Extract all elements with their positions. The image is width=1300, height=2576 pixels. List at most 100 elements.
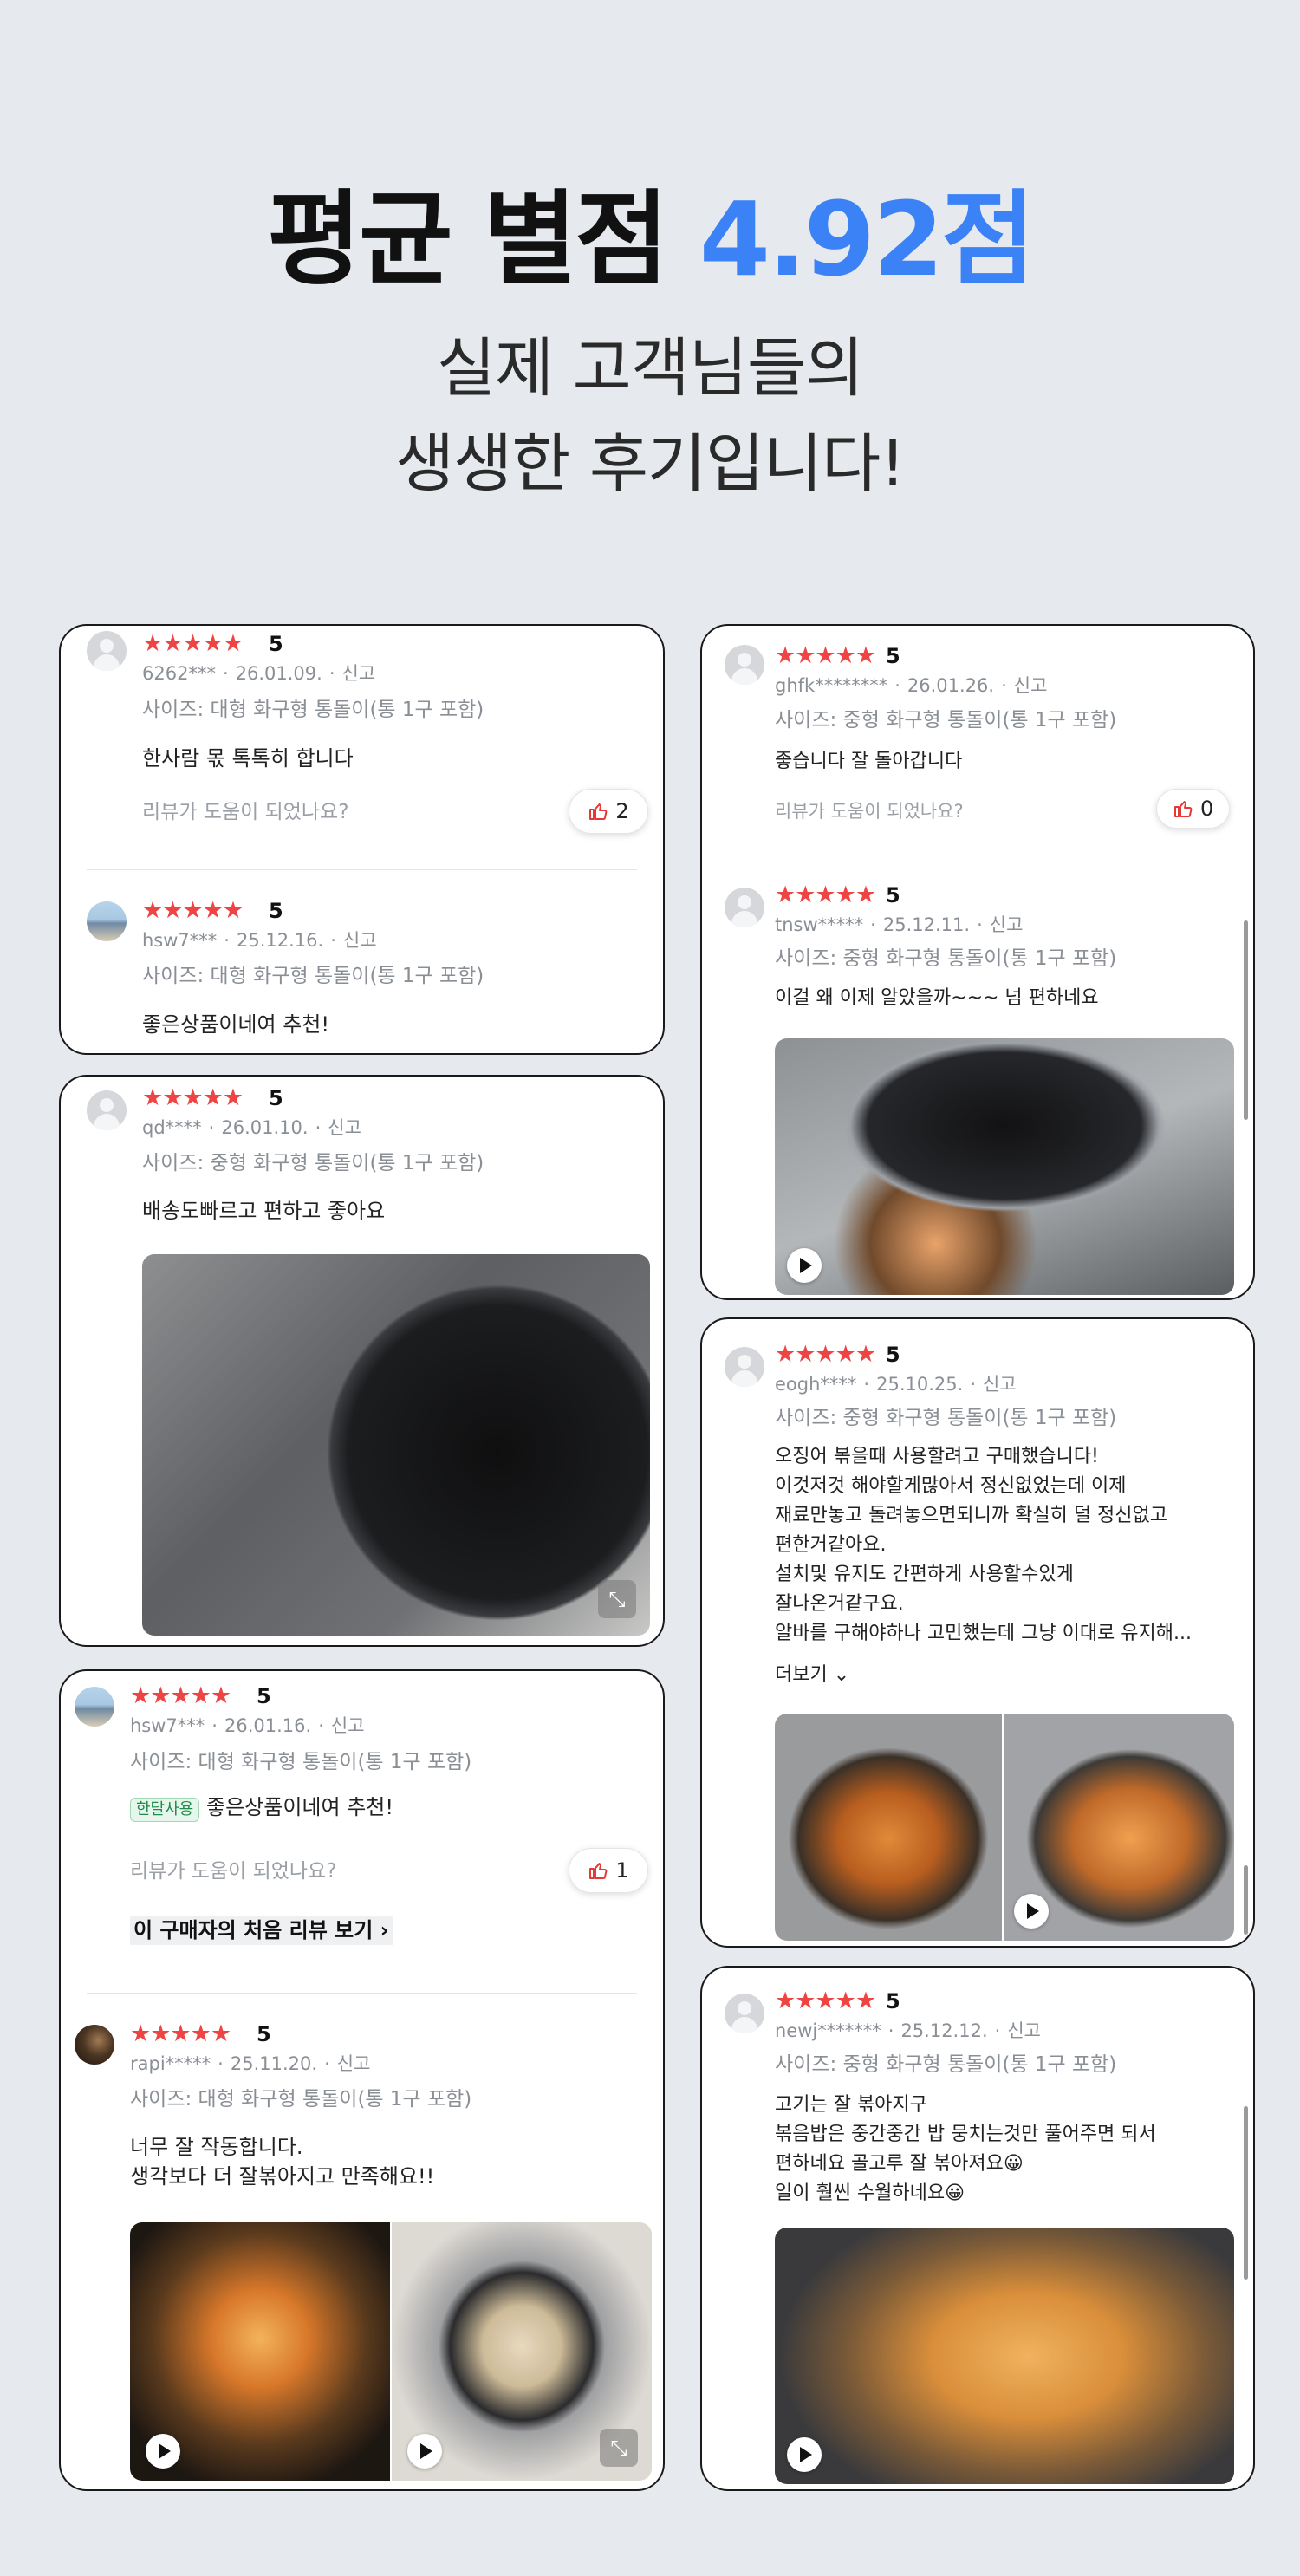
review-photo[interactable]: ⤡ <box>142 1254 650 1636</box>
star-rating: ★★★★★ <box>775 1341 876 1368</box>
play-icon[interactable] <box>407 2434 442 2469</box>
separator: · <box>224 930 230 951</box>
review-item: ★★★★★ 5 6262*** · 26.01.09. · 신고 사이즈: 대형 화구형… <box>61 626 663 868</box>
first-review-link[interactable]: 이 구매자의 처음 리뷰 보기 › <box>130 1916 393 1945</box>
report-link[interactable]: 신고 <box>343 930 377 951</box>
review-item: ★★★★★ 5 newj******* · 25.12.12. · 신고 사이즈: 중형… <box>702 1968 1253 2489</box>
report-link[interactable]: 신고 <box>1007 2020 1041 2041</box>
rating-score: 5 <box>886 644 900 668</box>
separator: · <box>218 2053 224 2074</box>
review-card: ★★★★★ 5 hsw7*** · 26.01.16. · 신고 사이즈: 대형 화구형… <box>59 1669 665 2491</box>
separator: · <box>208 1117 215 1138</box>
review-item: ★★★★★ 5 tnsw***** · 25.12.11. · 신고 사이즈: 중형 화… <box>702 877 1253 1298</box>
report-link[interactable]: 신고 <box>1014 675 1048 696</box>
review-video[interactable] <box>130 2222 390 2481</box>
review-video[interactable]: ⤡ <box>392 2222 652 2481</box>
divider <box>87 1993 637 1994</box>
review-meta: hsw7*** · 26.01.16. · 신고 <box>130 1714 365 1737</box>
separator: · <box>222 663 229 684</box>
report-link[interactable]: 신고 <box>983 1374 1017 1395</box>
like-button[interactable]: 2 <box>569 789 648 834</box>
review-photo[interactable] <box>775 1714 1002 1941</box>
play-icon[interactable] <box>1014 1894 1049 1929</box>
separator: · <box>887 2020 894 2041</box>
rating-score: 5 <box>269 632 283 656</box>
review-video[interactable] <box>775 1038 1234 1295</box>
reviewer-name: hsw7*** <box>142 930 218 951</box>
star-rating: ★★★★★ <box>775 1987 876 2014</box>
product-option: 사이즈: 중형 화구형 통돌이(통 1구 포함) <box>142 1152 484 1174</box>
expand-icon[interactable]: ⤡ <box>598 1580 636 1618</box>
subtitle-line-2: 생생한 후기입니다! <box>395 426 906 501</box>
review-card: ★★★★★ 5 newj******* · 25.12.12. · 신고 사이즈: 중형… <box>700 1966 1255 2491</box>
report-link[interactable]: 신고 <box>990 914 1024 935</box>
review-text: 한사람 몫 톡톡히 합니다 <box>142 746 354 771</box>
like-button[interactable]: 1 <box>569 1848 648 1893</box>
like-button[interactable]: 0 <box>1156 789 1231 829</box>
thumbs-up-icon <box>1174 801 1193 817</box>
star-rating: ★★★★★ <box>775 881 876 908</box>
report-link[interactable]: 신고 <box>342 663 376 684</box>
review-video[interactable] <box>775 2228 1234 2484</box>
rating-score: 5 <box>886 1989 900 2013</box>
play-icon[interactable] <box>787 2437 822 2472</box>
report-link[interactable]: 신고 <box>331 1715 365 1736</box>
review-meta: newj******* · 25.12.12. · 신고 <box>775 2020 1041 2042</box>
product-option: 사이즈: 중형 화구형 통돌이(통 1구 포함) <box>775 709 1117 732</box>
review-card: ★★★★★ 5 ghfk******** · 26.01.26. · 신고 사이즈: 중… <box>700 624 1255 1300</box>
helpful-question: 리뷰가 도움이 되었나요? <box>775 801 964 822</box>
like-count: 0 <box>1200 797 1214 821</box>
like-count: 2 <box>615 799 629 823</box>
like-count: 1 <box>615 1858 629 1883</box>
review-meta: hsw7*** · 25.12.16. · 신고 <box>142 929 377 952</box>
avatar <box>725 1994 764 2033</box>
review-text: 배송도빠르고 편하고 좋아요 <box>142 1199 386 1223</box>
separator: · <box>315 1117 322 1138</box>
review-date: 26.01.26. <box>907 675 995 696</box>
rating-score: 5 <box>886 1343 900 1367</box>
rating-score: 5 <box>269 1086 283 1110</box>
avatar <box>75 1687 114 1727</box>
chevron-down-icon: ⌄ <box>833 1664 850 1686</box>
avatar <box>725 1347 764 1387</box>
helpful-question: 리뷰가 도움이 되었나요? <box>130 1860 337 1883</box>
report-link[interactable]: 신고 <box>337 2053 371 2074</box>
review-date: 25.12.11. <box>882 914 971 935</box>
separator: · <box>870 914 876 935</box>
separator: · <box>977 914 983 935</box>
review-card: ★★★★★ 5 6262*** · 26.01.09. · 신고 사이즈: 대형 화구형… <box>59 624 665 1055</box>
avatar <box>725 888 764 927</box>
play-icon[interactable] <box>146 2434 180 2469</box>
title-prefix: 평균 별점 <box>267 179 699 299</box>
review-meta: 6262*** · 26.01.09. · 신고 <box>142 662 375 685</box>
review-video[interactable] <box>1004 1714 1234 1941</box>
review-item: ★★★★★ 5 ghfk******** · 26.01.26. · 신고 사이즈: 중… <box>702 626 1253 860</box>
separator: · <box>863 1374 870 1395</box>
separator: · <box>970 1374 976 1395</box>
reviewer-name: ghfk******** <box>775 675 888 696</box>
star-rating: ★★★★★ <box>142 897 244 924</box>
review-item: ★★★★★ 5 hsw7*** · 25.12.16. · 신고 사이즈: 대형 화구형… <box>61 894 663 1051</box>
play-icon[interactable] <box>787 1248 822 1283</box>
more-link[interactable]: 더보기 ⌄ <box>775 1663 849 1688</box>
reviewer-name: 6262*** <box>142 663 216 684</box>
report-link[interactable]: 신고 <box>328 1117 361 1138</box>
rating-score: 5 <box>886 883 900 907</box>
separator: · <box>994 2020 1001 2041</box>
separator: · <box>328 663 335 684</box>
reviewer-name: hsw7*** <box>130 1715 205 1736</box>
star-rating: ★★★★★ <box>142 630 244 657</box>
usage-badge: 한달사용 <box>130 1798 200 1822</box>
expand-icon[interactable]: ⤡ <box>600 2429 638 2467</box>
more-label: 더보기 <box>775 1664 828 1686</box>
avatar <box>87 631 127 671</box>
avatar <box>75 2025 114 2065</box>
review-text: 좋은상품이네여 추천! <box>206 1795 393 1819</box>
review-date: 25.10.25. <box>876 1374 964 1395</box>
reviewer-name: eogh**** <box>775 1374 857 1395</box>
review-meta: ghfk******** · 26.01.26. · 신고 <box>775 674 1047 697</box>
product-option: 사이즈: 중형 화구형 통돌이(통 1구 포함) <box>775 947 1117 970</box>
separator: · <box>894 675 900 696</box>
page-title: 평균 별점 4.92점 <box>0 156 1300 304</box>
review-text: 이걸 왜 이제 알았을까~~~ 넘 편하네요 <box>775 987 1099 1009</box>
